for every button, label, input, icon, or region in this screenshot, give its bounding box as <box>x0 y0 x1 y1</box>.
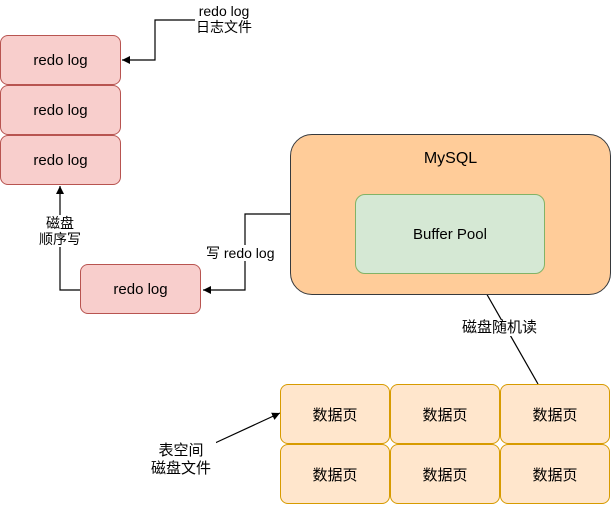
redo-log-file-label-line-2: 日志文件 <box>196 19 252 35</box>
data-page-6-label: 数据页 <box>532 466 578 484</box>
buffer-pool-label: Buffer Pool <box>413 225 487 243</box>
redo-log-file-label-line-1: redo log <box>198 3 250 19</box>
tablespace-file-label-line-2: 磁盘文件 <box>150 460 211 477</box>
data-page-3: 数据页 <box>500 384 610 444</box>
redo-log-block-2-label: redo log <box>33 101 88 119</box>
data-page-2-label: 数据页 <box>422 406 468 424</box>
disk-sequential-write-line-1: 磁盘 <box>46 215 74 231</box>
data-page-1: 数据页 <box>280 384 390 444</box>
mysql-title: MySQL <box>423 150 478 167</box>
redo-log-buffer: redo log <box>80 264 201 314</box>
disk-sequential-write-line-2: 顺序写 <box>39 231 81 247</box>
data-page-4-label: 数据页 <box>312 466 358 484</box>
data-page-1-label: 数据页 <box>312 406 358 424</box>
arrow-file-label-to-redo-log <box>122 19 195 64</box>
redo-log-block-1: redo log <box>0 35 121 85</box>
redo-log-file-label: redo log 日志文件 <box>196 3 252 35</box>
redo-log-block-3-label: redo log <box>33 151 88 169</box>
data-page-5-label: 数据页 <box>422 466 468 484</box>
tablespace-file-label-line-1: 表空间 <box>158 442 204 459</box>
buffer-pool: Buffer Pool <box>355 194 545 274</box>
redo-log-block-1-label: redo log <box>33 51 88 69</box>
diagram-canvas: redo log 日志文件 redo log redo log redo log… <box>0 0 611 505</box>
data-page-2: 数据页 <box>390 384 500 444</box>
data-page-4: 数据页 <box>280 444 390 504</box>
redo-log-block-3: redo log <box>0 135 121 185</box>
redo-log-buffer-label: redo log <box>113 280 168 298</box>
data-page-3-label: 数据页 <box>532 406 578 424</box>
redo-log-block-2: redo log <box>0 85 121 135</box>
data-page-6: 数据页 <box>500 444 610 504</box>
disk-sequential-write-label: 磁盘 顺序写 <box>36 215 84 247</box>
disk-random-read-label: 磁盘随机读 <box>462 319 538 336</box>
tablespace-file-label: 表空间 磁盘文件 <box>146 442 216 478</box>
write-redo-log-label: 写 redo log <box>206 245 275 261</box>
arrow-tablespace-label <box>214 412 281 444</box>
data-page-5: 数据页 <box>390 444 500 504</box>
